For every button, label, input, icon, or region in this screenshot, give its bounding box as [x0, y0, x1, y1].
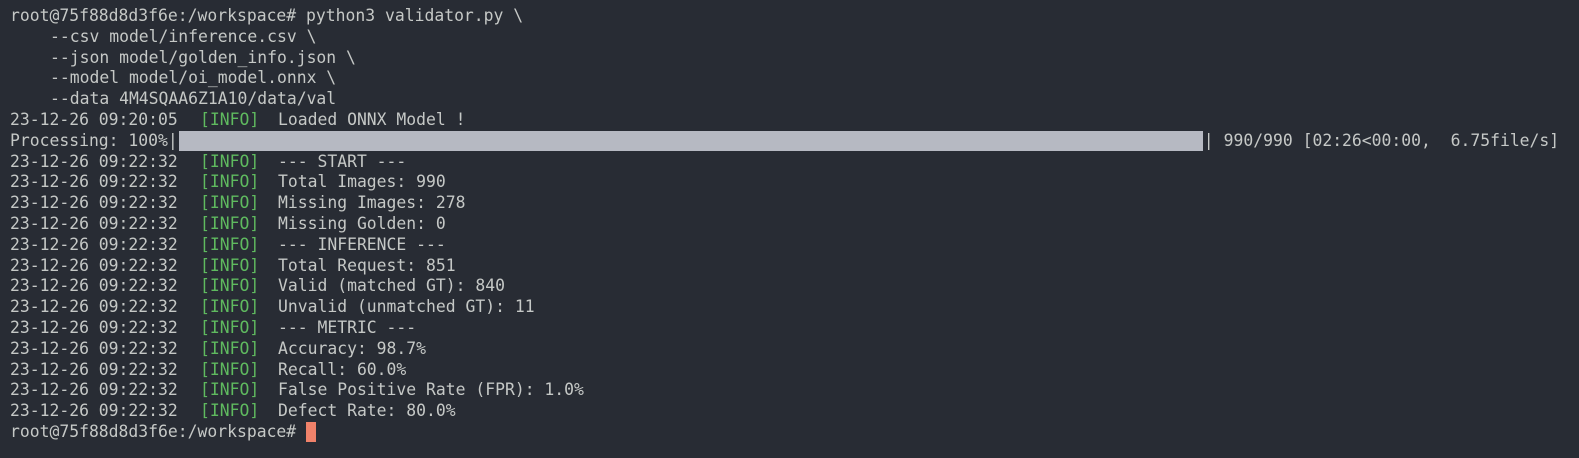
- command-line: root@75f88d8d3f6e:/workspace# python3 va…: [0, 6, 1579, 27]
- log-timestamp: 23-12-26 09:22:32: [10, 172, 178, 192]
- log-message: Recall: 60.0%: [278, 359, 407, 379]
- log-line: 23-12-26 09:22:32 [INFO] Missing Images: 2…: [0, 193, 1579, 214]
- log-message: --- INFERENCE ---: [278, 234, 446, 254]
- command-arg-data: --data 4M4SQAA6Z1A10/data/val: [50, 89, 337, 109]
- log-level: [INFO]: [200, 255, 260, 275]
- log-line: 23-12-26 09:22:32 [INFO] Accuracy: 98.7%: [0, 339, 1579, 360]
- progress-stats: 990/990 [02:26<00:00, 6.75file/s]: [1223, 130, 1560, 150]
- prompt: root@75f88d8d3f6e:/workspace#: [10, 6, 297, 25]
- log-timestamp: 23-12-26 09:22:32: [10, 338, 178, 358]
- log-message: Defect Rate: 80.0%: [278, 401, 456, 421]
- log-message: Loaded ONNX Model !: [278, 109, 466, 129]
- log-line: 23-12-26 09:22:32 [INFO] Total Request: 85…: [0, 256, 1579, 277]
- log-line: 23-12-26 09:22:32 [INFO] Defect Rate: 80.0…: [0, 401, 1579, 422]
- log-timestamp: 23-12-26 09:20:05: [10, 109, 178, 129]
- log-line: 23-12-26 09:22:32 [INFO] False Positive Ra…: [0, 380, 1579, 401]
- prompt: root@75f88d8d3f6e:/workspace#: [10, 421, 297, 441]
- log-line: 23-12-26 09:22:32 [INFO] Valid (matched GT…: [0, 276, 1579, 297]
- log-timestamp: 23-12-26 09:22:32: [10, 359, 178, 379]
- log-level: [INFO]: [200, 193, 260, 213]
- log-timestamp: 23-12-26 09:22:32: [10, 297, 178, 317]
- log-level: [INFO]: [200, 380, 260, 400]
- command-arg-model: --model model/oi_model.onnx \: [50, 68, 337, 88]
- terminal-cursor: [306, 421, 317, 442]
- log-timestamp: 23-12-26 09:22:32: [10, 276, 178, 296]
- final-prompt-line[interactable]: root@75f88d8d3f6e:/workspace#: [0, 421, 1579, 443]
- log-message: --- START ---: [278, 151, 407, 171]
- log-timestamp: 23-12-26 09:22:32: [10, 234, 178, 254]
- progress-end: |: [1203, 130, 1214, 150]
- log-message: Total Images: 990: [278, 172, 446, 192]
- log-message: Valid (matched GT): 840: [278, 276, 505, 296]
- log-line: 23-12-26 09:22:32 [INFO] Missing Golden: 0: [0, 214, 1579, 235]
- log-level: [INFO]: [200, 317, 260, 337]
- log-line: 23-12-26 09:22:32 [INFO] Unvalid (unmatche…: [0, 297, 1579, 318]
- log-level: [INFO]: [200, 338, 260, 358]
- log-message: Total Request: 851: [278, 255, 456, 275]
- progress-label: Processing: 100%|: [10, 130, 178, 150]
- log-line: 23-12-26 09:22:32 [INFO] Total Images: 990: [0, 172, 1579, 193]
- log-line: 23-12-26 09:22:32 [INFO] Recall: 60.0%: [0, 360, 1579, 381]
- terminal-window[interactable]: root@75f88d8d3f6e:/workspace# python3 va…: [0, 0, 1579, 458]
- command-arg-json: --json model/golden_info.json \: [50, 47, 356, 67]
- log-timestamp: 23-12-26 09:22:32: [10, 255, 178, 275]
- log-line-load: 23-12-26 09:20:05 [INFO] Loaded ONNX Model…: [0, 110, 1579, 131]
- log-message: Unvalid (unmatched GT): 11: [278, 297, 535, 317]
- log-level: [INFO]: [200, 276, 260, 296]
- log-timestamp: 23-12-26 09:22:32: [10, 193, 178, 213]
- progress-line: Processing: 100%| | 990/990 [02:26<00:00, …: [0, 131, 1579, 152]
- log-timestamp: 23-12-26 09:22:32: [10, 401, 178, 421]
- log-level: [INFO]: [200, 297, 260, 317]
- log-level: [INFO]: [200, 359, 260, 379]
- log-message: Missing Golden: 0: [278, 213, 446, 233]
- command-arg-csv: --csv model/inference.csv \: [50, 26, 317, 46]
- command-text: python3 validator.py \: [306, 6, 524, 25]
- log-message: --- METRIC ---: [278, 317, 417, 337]
- log-line: 23-12-26 09:22:32 [INFO] --- START ---: [0, 152, 1579, 173]
- log-timestamp: 23-12-26 09:22:32: [10, 317, 178, 337]
- log-line: 23-12-26 09:22:32 [INFO] --- INFERENCE ---: [0, 235, 1579, 256]
- log-message: Accuracy: 98.7%: [278, 338, 427, 358]
- log-line: 23-12-26 09:22:32 [INFO] --- METRIC ---: [0, 318, 1579, 339]
- log-level: [INFO]: [200, 234, 260, 254]
- log-timestamp: 23-12-26 09:22:32: [10, 213, 178, 233]
- log-message: Missing Images: 278: [278, 193, 466, 213]
- log-level: [INFO]: [200, 401, 260, 421]
- log-level: [INFO]: [200, 151, 260, 171]
- log-timestamp: 23-12-26 09:22:32: [10, 151, 178, 171]
- progress-bar: [178, 131, 1203, 152]
- log-timestamp: 23-12-26 09:22:32: [10, 380, 178, 400]
- log-level: [INFO]: [200, 172, 260, 192]
- log-level: [INFO]: [200, 213, 260, 233]
- log-message: False Positive Rate (FPR): 1.0%: [278, 380, 584, 400]
- log-level: [INFO]: [200, 109, 260, 129]
